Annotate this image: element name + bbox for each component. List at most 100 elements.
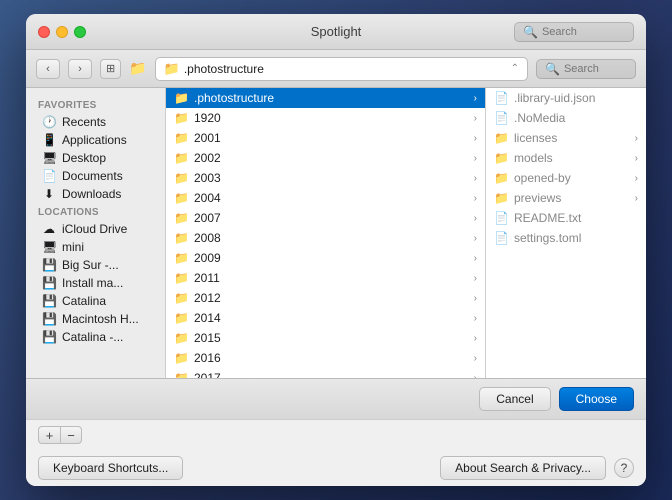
right-file-licenses[interactable]: 📁 licenses › — [486, 128, 646, 148]
right-file-name: previews — [514, 191, 629, 205]
cancel-button[interactable]: Cancel — [479, 387, 550, 411]
file-item-2011[interactable]: 📁 2011 › — [166, 268, 485, 288]
folder-icon: 📁 — [494, 151, 508, 165]
remove-button[interactable]: − — [60, 426, 82, 444]
sidebar-item-desktop[interactable]: 🖥 Desktop — [30, 149, 161, 167]
location-arrow: ⌃ — [511, 63, 519, 74]
file-item-2003[interactable]: 📁 2003 › — [166, 168, 485, 188]
finder-window: Spotlight 🔍 ‹ › ⊞ 📁 📁 .photostructure ⌃ … — [26, 14, 646, 486]
sidebar-item-mini[interactable]: 🖥 mini — [30, 238, 161, 256]
toolbar-search-input[interactable] — [564, 63, 627, 75]
file-item-2002[interactable]: 📁 2002 › — [166, 148, 485, 168]
file-icon: 📄 — [494, 91, 508, 105]
view-toggle-button[interactable]: ⊞ — [100, 59, 121, 79]
right-file-name: .library-uid.json — [514, 91, 638, 105]
folder-icon: 📁 — [174, 191, 188, 205]
sidebar-item-documents[interactable]: 📄 Documents — [30, 167, 161, 185]
sidebar-item-applications[interactable]: 📱 Applications — [30, 131, 161, 149]
folder-icon: 📁 — [174, 271, 188, 285]
sidebar-item-recents[interactable]: 🕐 Recents — [30, 113, 161, 131]
add-button[interactable]: + — [38, 426, 60, 444]
chevron-right-icon: › — [474, 233, 477, 244]
file-item-1920[interactable]: 📁 1920 › — [166, 108, 485, 128]
sidebar-item-macintosh[interactable]: 💾 Macintosh H... — [30, 310, 161, 328]
titlebar-search-box[interactable]: 🔍 — [514, 22, 634, 42]
back-button[interactable]: ‹ — [36, 59, 60, 79]
chevron-right-icon: › — [474, 293, 477, 304]
file-item-2015[interactable]: 📁 2015 › — [166, 328, 485, 348]
folder-icon: 📁 — [174, 351, 188, 365]
folder-icon: 📁 — [174, 311, 188, 325]
file-item-2008[interactable]: 📁 2008 › — [166, 228, 485, 248]
chevron-right-icon: › — [474, 93, 477, 104]
right-file-nomedia[interactable]: 📄 .NoMedia — [486, 108, 646, 128]
right-file-readme[interactable]: 📄 README.txt — [486, 208, 646, 228]
sidebar-item-catalina[interactable]: 💾 Catalina — [30, 292, 161, 310]
file-icon: 📄 — [494, 111, 508, 125]
titlebar: Spotlight 🔍 — [26, 14, 646, 50]
file-name: 2007 — [194, 211, 468, 225]
file-item-2007[interactable]: 📁 2007 › — [166, 208, 485, 228]
right-file-opened-by[interactable]: 📁 opened-by › — [486, 168, 646, 188]
icloud-icon: ☁ — [42, 222, 56, 236]
file-item-2014[interactable]: 📁 2014 › — [166, 308, 485, 328]
sidebar-mini-label: mini — [62, 240, 84, 254]
file-name: 2016 — [194, 351, 468, 365]
sidebar-icloud-label: iCloud Drive — [62, 222, 127, 236]
maximize-button[interactable] — [74, 26, 86, 38]
minimize-button[interactable] — [56, 26, 68, 38]
file-item-2017[interactable]: 📁 2017 › — [166, 368, 485, 378]
file-name: 2003 — [194, 171, 468, 185]
keyboard-shortcuts-button[interactable]: Keyboard Shortcuts... — [38, 456, 183, 480]
titlebar-search-input[interactable] — [542, 26, 625, 38]
file-item-photostructure[interactable]: 📁 .photostructure › — [166, 88, 485, 108]
chevron-right-icon: › — [474, 213, 477, 224]
locations-label: Locations — [26, 203, 165, 220]
choose-button[interactable]: Choose — [559, 387, 634, 411]
window-title: Spotlight — [311, 24, 362, 39]
sidebar-item-install[interactable]: 💾 Install ma... — [30, 274, 161, 292]
right-file-name: models — [514, 151, 629, 165]
traffic-lights — [38, 26, 86, 38]
chevron-right-icon: › — [474, 273, 477, 284]
sidebar-macintosh-label: Macintosh H... — [62, 312, 139, 326]
file-item-2004[interactable]: 📁 2004 › — [166, 188, 485, 208]
folder-icon: 📁 — [174, 231, 188, 245]
sidebar-item-downloads[interactable]: ⬇ Downloads — [30, 185, 161, 203]
sidebar-catalina-label: Catalina — [62, 294, 106, 308]
sidebar-item-icloud[interactable]: ☁ iCloud Drive — [30, 220, 161, 238]
folder-icon: 📁 — [164, 61, 180, 77]
file-list-pane: 📁 .photostructure › 📁 1920 › 📁 2001 › 📁 … — [166, 88, 486, 378]
forward-button[interactable]: › — [68, 59, 92, 79]
right-file-models[interactable]: 📁 models › — [486, 148, 646, 168]
folder-icon: 📁 — [174, 151, 188, 165]
chevron-right-icon: › — [474, 133, 477, 144]
file-item-2009[interactable]: 📁 2009 › — [166, 248, 485, 268]
sidebar-item-bigsur[interactable]: 💾 Big Sur -... — [30, 256, 161, 274]
desktop-icon: 🖥 — [42, 151, 56, 165]
close-button[interactable] — [38, 26, 50, 38]
help-button[interactable]: ? — [614, 458, 634, 478]
file-name: 2012 — [194, 291, 468, 305]
catalina2-icon: 💾 — [42, 330, 56, 344]
chevron-right-icon: › — [474, 253, 477, 264]
toolbar-search-box[interactable]: 🔍 — [536, 59, 636, 79]
sidebar-catalina2-label: Catalina -... — [62, 330, 123, 344]
chevron-right-icon: › — [474, 193, 477, 204]
right-file-settings[interactable]: 📄 settings.toml — [486, 228, 646, 248]
file-item-2012[interactable]: 📁 2012 › — [166, 288, 485, 308]
folder-icon: 📁 — [174, 111, 188, 125]
about-search-button[interactable]: About Search & Privacy... — [440, 456, 606, 480]
folder-icon: 📁 — [174, 91, 188, 105]
toolbar-search-icon: 🔍 — [545, 62, 560, 76]
right-file-library[interactable]: 📄 .library-uid.json — [486, 88, 646, 108]
folder-icon: 📁 — [174, 131, 188, 145]
chevron-right-icon: › — [474, 373, 477, 379]
file-icon: 📄 — [494, 231, 508, 245]
right-file-previews[interactable]: 📁 previews › — [486, 188, 646, 208]
sidebar-item-catalina2[interactable]: 💾 Catalina -... — [30, 328, 161, 346]
footer-bar: Keyboard Shortcuts... About Search & Pri… — [26, 450, 646, 486]
file-item-2016[interactable]: 📁 2016 › — [166, 348, 485, 368]
new-folder-button[interactable]: 📁 — [129, 60, 146, 77]
file-item-2001[interactable]: 📁 2001 › — [166, 128, 485, 148]
